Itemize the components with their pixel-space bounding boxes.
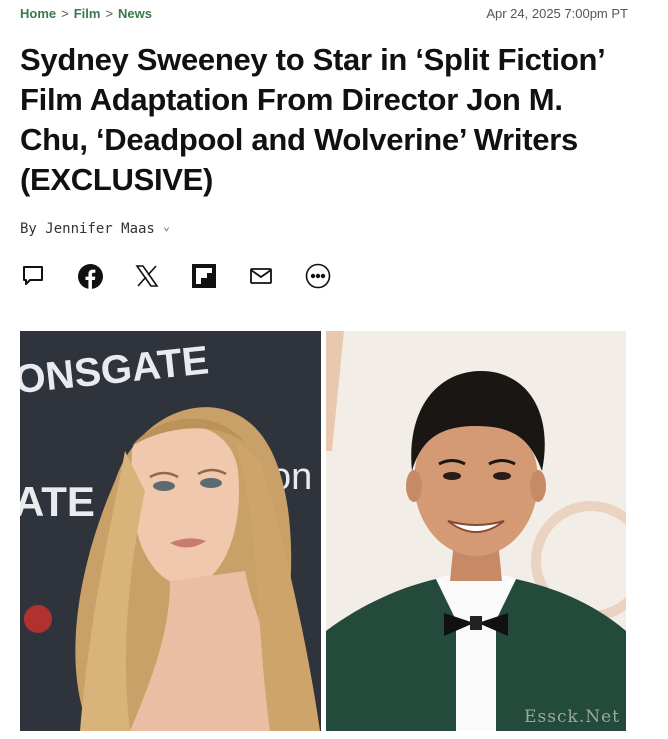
more-icon[interactable] — [305, 263, 331, 289]
watermark-text: Essck.Net — [524, 707, 620, 727]
x-icon[interactable] — [134, 263, 160, 289]
photo-left-sydney-sweeney: ONSGATE ATE on — [20, 331, 321, 731]
photo-right-jon-m-chu: Essck.Net — [326, 331, 626, 731]
email-icon[interactable] — [248, 263, 274, 289]
publish-date: Apr 24, 2025 7:00pm PT — [486, 6, 628, 21]
breadcrumb: Home > Film > News — [20, 6, 152, 21]
share-bar — [20, 263, 331, 289]
chevron-down-icon[interactable]: ⌄ — [163, 219, 170, 233]
breadcrumb-film[interactable]: Film — [74, 6, 101, 21]
article-header-bar: Home > Film > News Apr 24, 2025 7:00pm P… — [20, 6, 628, 21]
breadcrumb-home[interactable]: Home — [20, 6, 56, 21]
facebook-icon[interactable] — [77, 263, 103, 289]
article-hero-image[interactable]: ONSGATE ATE on Essck.Net — [20, 331, 626, 731]
comment-icon[interactable] — [20, 263, 46, 289]
breadcrumb-separator: > — [61, 6, 69, 21]
byline[interactable]: By Jennifer Maas ⌄ — [20, 219, 170, 237]
flipboard-icon[interactable] — [191, 263, 217, 289]
backdrop-text: ATE — [20, 478, 95, 525]
article-headline: Sydney Sweeney to Star in ‘Split Fiction… — [20, 42, 604, 197]
breadcrumb-news[interactable]: News — [118, 6, 152, 21]
byline-author[interactable]: By Jennifer Maas — [20, 221, 155, 237]
breadcrumb-separator: > — [105, 6, 114, 21]
